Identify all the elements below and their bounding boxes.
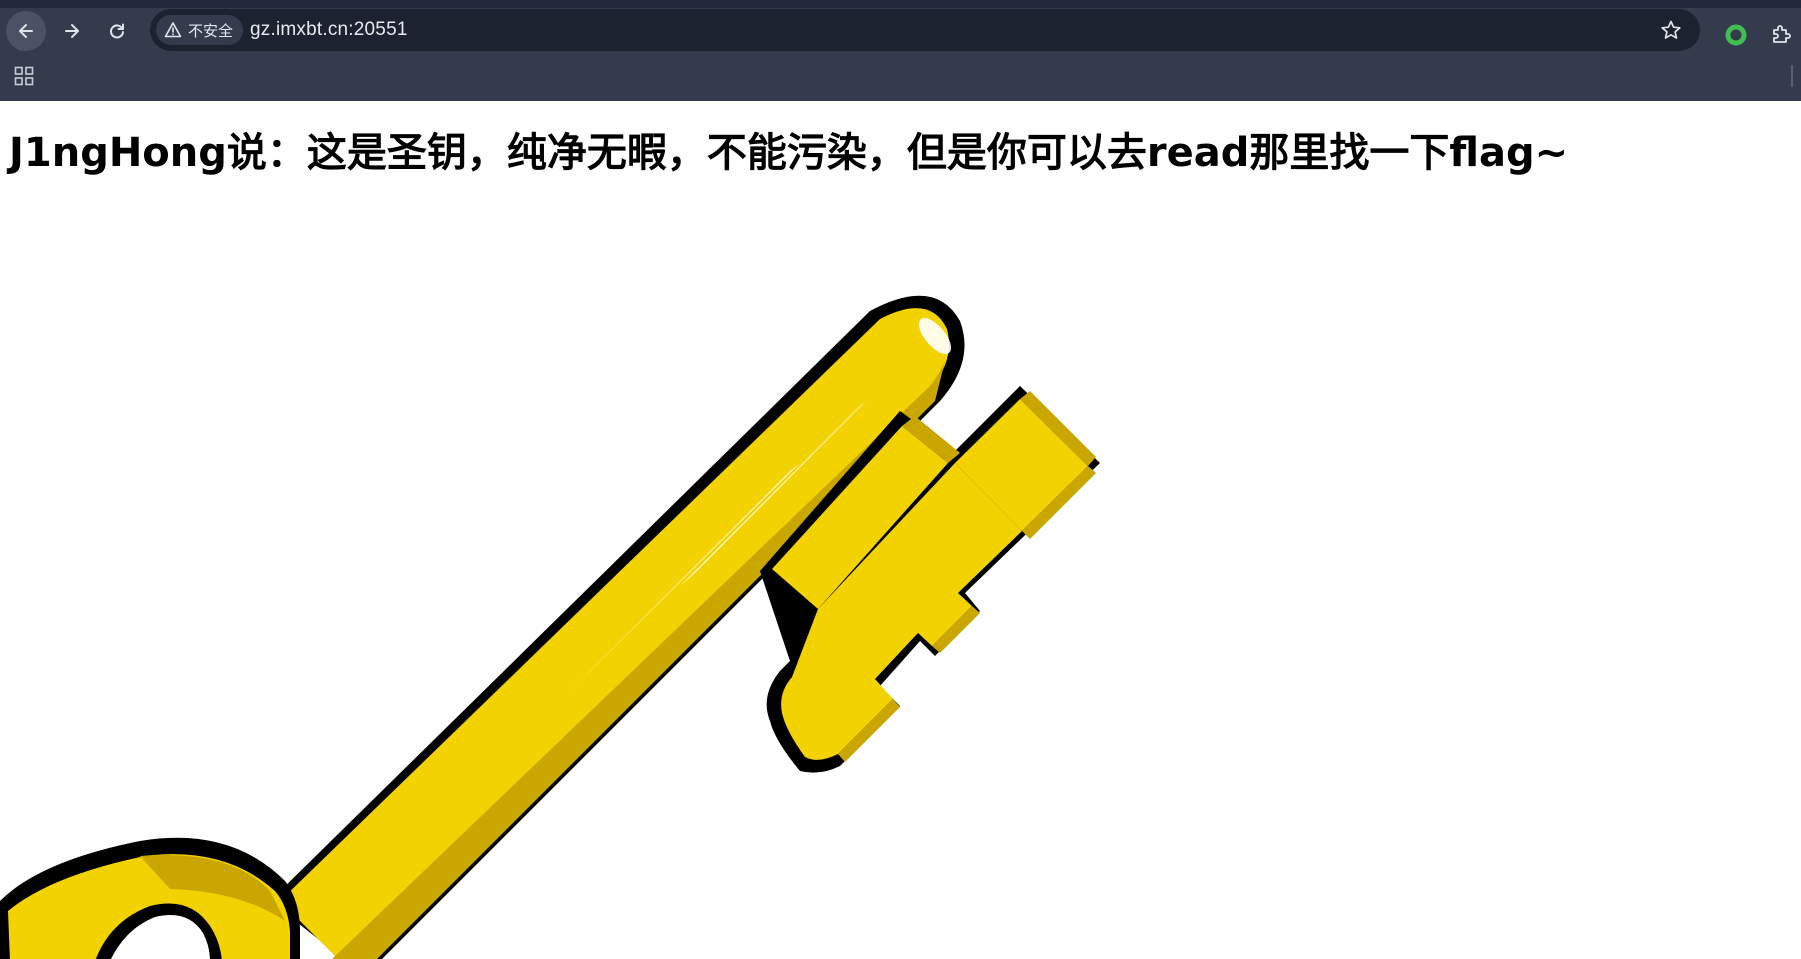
security-chip[interactable]: 不安全 — [156, 15, 244, 45]
puzzle-icon[interactable] — [1769, 22, 1793, 46]
page-content: J1ngHong说：这是圣钥，纯净无暇，不能污染，但是你可以去read那里找一下… — [0, 101, 1801, 959]
apps-grid-icon[interactable] — [13, 65, 35, 87]
arrow-left-icon — [19, 24, 33, 38]
star-icon[interactable] — [1660, 19, 1682, 41]
bookmarks-bar — [0, 56, 1801, 100]
bookmarks-bar-divider — [1791, 65, 1793, 87]
reload-icon — [110, 23, 124, 39]
page-heading: J1ngHong说：这是圣钥，纯净无暇，不能污染，但是你可以去read那里找一下… — [9, 130, 1569, 176]
ring-icon[interactable] — [1724, 23, 1748, 47]
browser-chrome: 不安全 gz.imxbt.cn:20551 — [0, 0, 1801, 101]
browser-toolbar: 不安全 gz.imxbt.cn:20551 — [0, 6, 1801, 52]
golden-key-image — [0, 295, 1100, 959]
warning-triangle-icon — [164, 22, 182, 38]
back-button[interactable] — [6, 11, 46, 51]
arrow-right-icon — [65, 24, 79, 38]
security-label: 不安全 — [188, 21, 234, 40]
address-bar[interactable]: 不安全 gz.imxbt.cn:20551 — [150, 9, 1700, 51]
reload-button[interactable] — [97, 11, 137, 51]
forward-button[interactable] — [52, 11, 92, 51]
url-text[interactable]: gz.imxbt.cn:20551 — [250, 19, 408, 41]
